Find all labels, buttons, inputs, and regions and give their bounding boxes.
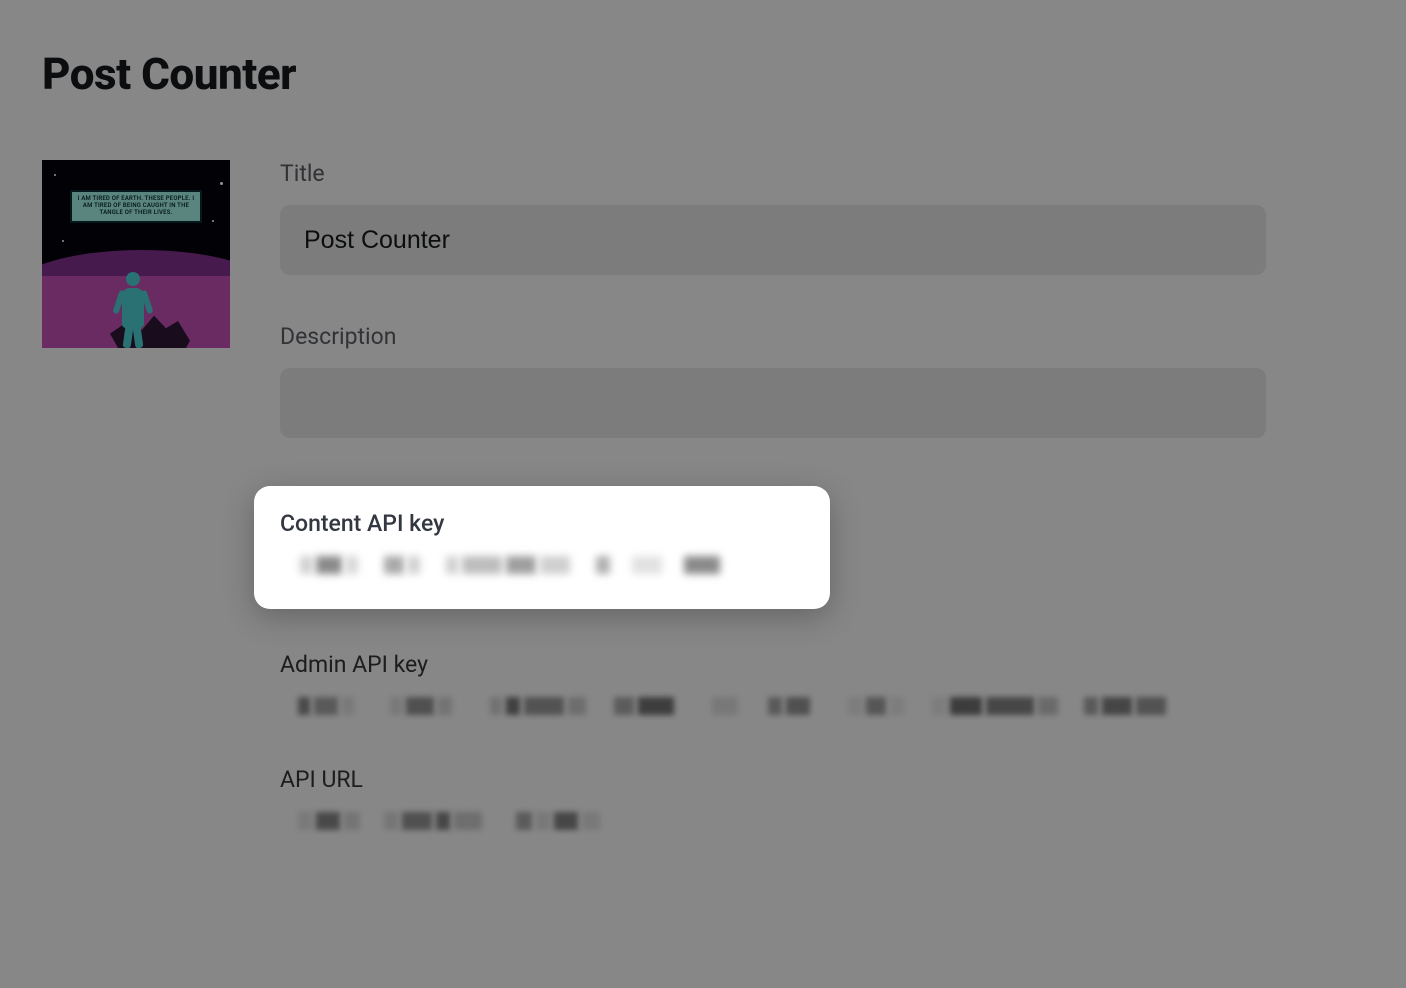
- content-api-key-card[interactable]: Content API key: [254, 486, 830, 609]
- admin-api-key-label: Admin API key: [280, 651, 1364, 678]
- content-api-key-value-redacted[interactable]: [280, 551, 804, 579]
- description-input[interactable]: [280, 368, 1266, 438]
- thumb-caption: I AM TIRED OF EARTH. THESE PEOPLE. I AM …: [70, 190, 202, 223]
- thumb-star: [62, 240, 64, 242]
- thumb-figure: [122, 272, 144, 328]
- content-api-key-label: Content API key: [280, 510, 804, 537]
- api-url-label: API URL: [280, 766, 1364, 793]
- thumb-star: [212, 220, 214, 222]
- thumb-star: [54, 174, 56, 176]
- admin-api-key-value-redacted[interactable]: [280, 692, 1364, 720]
- page-title: Post Counter: [42, 48, 1364, 100]
- integration-thumbnail[interactable]: I AM TIRED OF EARTH. THESE PEOPLE. I AM …: [42, 160, 230, 348]
- title-label: Title: [280, 160, 1364, 187]
- title-input[interactable]: [280, 205, 1266, 275]
- api-url-value-redacted[interactable]: [280, 807, 1364, 835]
- description-label: Description: [280, 323, 1364, 350]
- thumb-star: [220, 182, 223, 185]
